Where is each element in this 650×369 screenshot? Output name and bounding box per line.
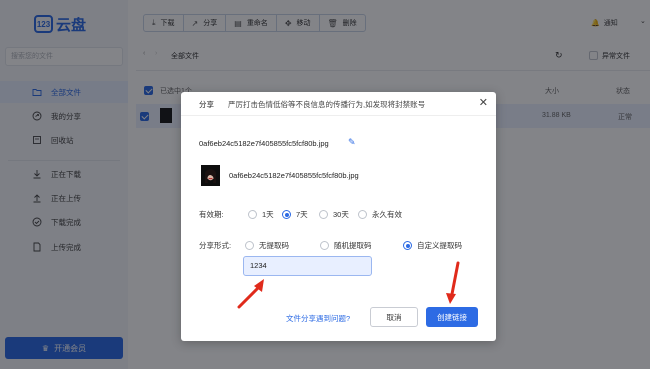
mode-option-no-code[interactable]: 无提取码	[245, 240, 289, 251]
radio[interactable]	[403, 241, 412, 250]
close-icon[interactable]: ✕	[479, 96, 488, 109]
radio[interactable]	[320, 241, 329, 250]
option-label: 无提取码	[259, 241, 289, 250]
create-link-button[interactable]: 创建链接	[426, 307, 478, 327]
share-filename: 0af6eb24c5182e7f405855fc5fcf80b.jpg	[199, 139, 329, 148]
validity-option-7d[interactable]: 7天	[282, 209, 308, 220]
option-label: 7天	[296, 210, 308, 219]
dialog-divider	[181, 115, 496, 116]
radio[interactable]	[319, 210, 328, 219]
option-label: 1天	[262, 210, 274, 219]
radio[interactable]	[248, 210, 257, 219]
option-label: 随机提取码	[334, 241, 372, 250]
radio[interactable]	[358, 210, 367, 219]
option-label: 自定义提取码	[417, 241, 462, 250]
help-link[interactable]: 文件分享遇到问题?	[286, 313, 350, 324]
dialog-title: 分享	[199, 100, 214, 109]
radio[interactable]	[245, 241, 254, 250]
validity-label: 有效期:	[199, 210, 224, 219]
dialog-notice: 严厉打击色情低俗等不良信息的传播行为,如发现将封禁账号	[228, 100, 426, 109]
code-input[interactable]: 1234	[243, 256, 372, 276]
validity-option-30d[interactable]: 30天	[319, 209, 349, 220]
option-label: 30天	[333, 210, 349, 219]
mode-option-custom-code[interactable]: 自定义提取码	[403, 240, 462, 251]
pencil-icon[interactable]: ✎	[348, 137, 356, 148]
cancel-button[interactable]: 取消	[370, 307, 418, 327]
mode-option-random-code[interactable]: 随机提取码	[320, 240, 372, 251]
share-dialog: 分享 严厉打击色情低俗等不良信息的传播行为,如发现将封禁账号 ✕ 0af6eb2…	[181, 92, 496, 341]
mode-label: 分享形式:	[199, 241, 232, 250]
option-label: 永久有效	[372, 210, 402, 219]
file-thumbnail	[201, 165, 220, 186]
thumb-filename: 0af6eb24c5182e7f405855fc5fcf80b.jpg	[229, 171, 359, 180]
validity-option-1d[interactable]: 1天	[248, 209, 274, 220]
radio[interactable]	[282, 210, 291, 219]
validity-option-forever[interactable]: 永久有效	[358, 209, 402, 220]
